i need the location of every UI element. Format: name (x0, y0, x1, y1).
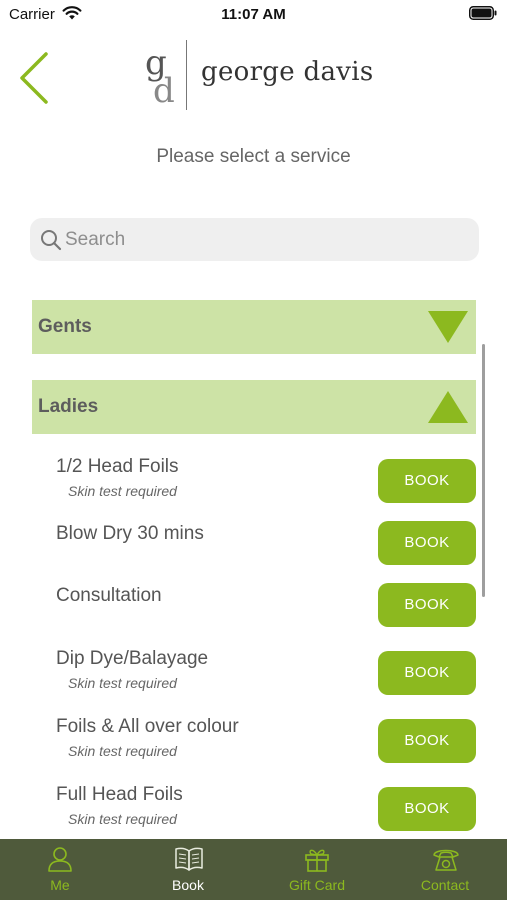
service-row: Blow Dry 30 mins BOOK (0, 521, 507, 585)
logo-divider (186, 40, 187, 110)
brand-name: george davis (201, 57, 374, 87)
tab-me[interactable]: Me (0, 839, 120, 900)
service-row: 1/2 Head Foils Skin test required BOOK (0, 456, 507, 518)
service-name: Full Head Foils (56, 784, 183, 805)
tab-label: Gift Card (288, 877, 345, 893)
battery-icon (469, 6, 497, 25)
book-button[interactable]: BOOK (378, 459, 476, 503)
search-bar[interactable] (30, 218, 479, 261)
book-button[interactable]: BOOK (378, 651, 476, 695)
service-row: Foils & All over colour Skin test requir… (0, 716, 507, 778)
tab-bar: Me Book Gift Card Contact (0, 839, 507, 900)
service-name: Blow Dry 30 mins (56, 523, 204, 544)
logo-mark: g d (145, 43, 175, 111)
tab-gift-card[interactable]: Gift Card (257, 839, 377, 900)
person-icon (47, 846, 73, 877)
clock: 11:07 AM (221, 6, 286, 23)
collapse-arrow-icon (428, 389, 468, 430)
book-button[interactable]: BOOK (378, 521, 476, 565)
tab-label: Book (172, 877, 204, 893)
service-name: 1/2 Head Foils (56, 456, 179, 477)
svg-text:d: d (153, 71, 175, 111)
phone-icon (432, 846, 460, 877)
service-note: Skin test required (68, 675, 177, 691)
status-bar: Carrier 11:07 AM (0, 0, 507, 30)
service-row: Consultation BOOK (0, 583, 507, 647)
service-note: Skin test required (68, 483, 177, 499)
expand-arrow-icon (428, 309, 468, 350)
tab-book[interactable]: Book (128, 839, 248, 900)
brand-logo: g d george davis (143, 38, 373, 112)
category-gents[interactable]: Gents (32, 300, 476, 354)
gift-icon (304, 846, 330, 877)
chevron-left-icon (20, 52, 48, 104)
page-subtitle: Please select a service (156, 146, 351, 167)
tab-contact[interactable]: Contact (385, 839, 505, 900)
service-row: Full Head Foils Skin test required BOOK (0, 784, 507, 846)
scrollbar[interactable] (482, 344, 485, 597)
category-ladies[interactable]: Ladies (32, 380, 476, 434)
service-name: Consultation (56, 585, 162, 606)
category-label: Gents (38, 316, 92, 337)
service-name: Dip Dye/Balayage (56, 648, 209, 669)
search-input[interactable] (65, 218, 465, 261)
search-icon (40, 229, 62, 256)
service-name: Foils & All over colour (56, 716, 239, 737)
service-note: Skin test required (68, 743, 177, 759)
service-note: Skin test required (68, 811, 177, 827)
service-row: Dip Dye/Balayage Skin test required BOOK (0, 648, 507, 710)
book-icon (175, 846, 203, 877)
tab-label: Me (50, 877, 70, 893)
book-button[interactable]: BOOK (378, 719, 476, 763)
back-button[interactable] (16, 50, 56, 106)
tab-label: Contact (420, 877, 470, 893)
category-label: Ladies (38, 396, 99, 417)
book-button[interactable]: BOOK (378, 583, 476, 627)
book-button[interactable]: BOOK (378, 787, 476, 831)
